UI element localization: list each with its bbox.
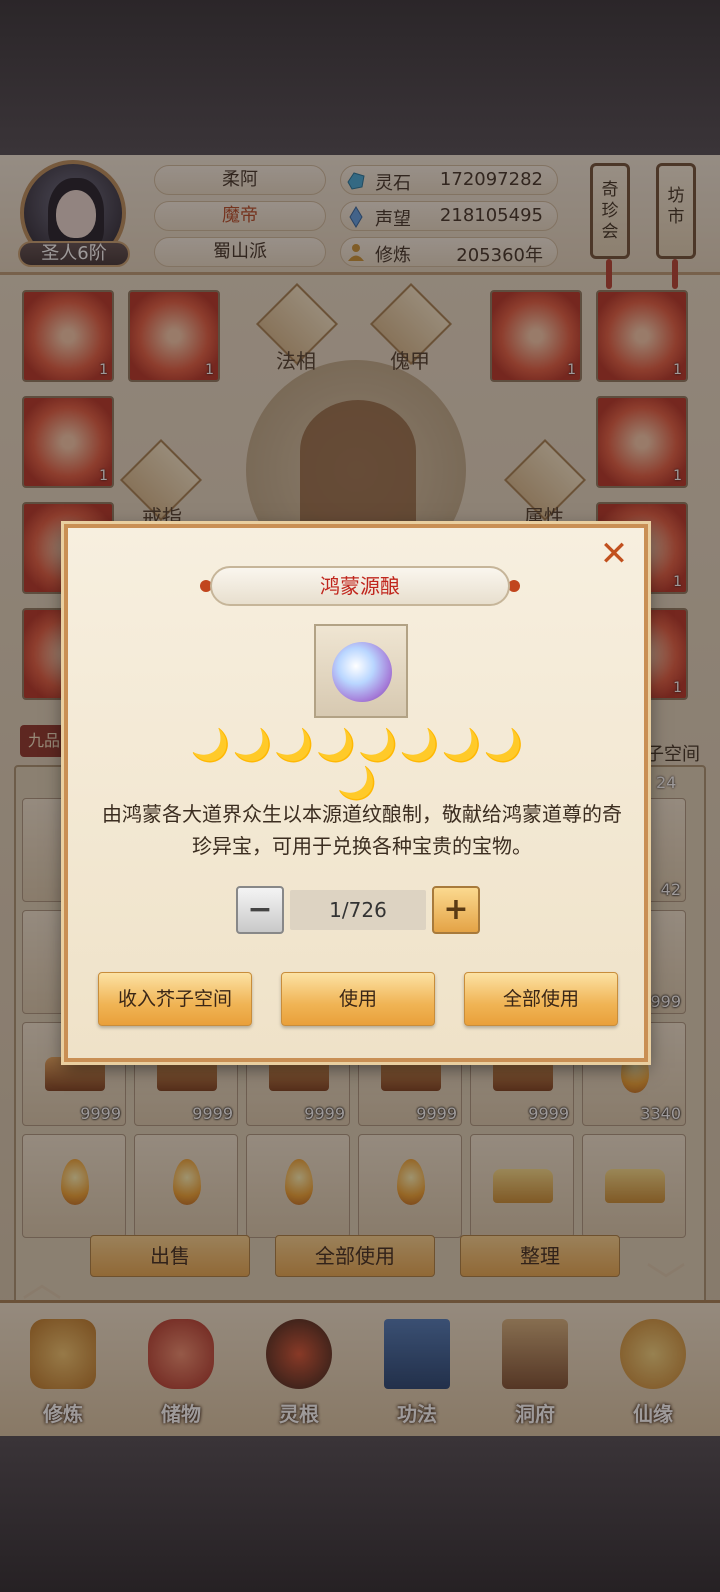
use-button[interactable]: 使用 <box>281 972 435 1026</box>
item-detail-dialog: ✕ 鸿蒙源酿 🌙🌙🌙🌙🌙🌙🌙🌙🌙 由鸿蒙各大道界众生以本源道纹酿制，敬献给鸿蒙道… <box>64 524 648 1062</box>
item-description: 由鸿蒙各大道界众生以本源道纹酿制，敬献给鸿蒙道尊的奇珍异宝，可用于兑换各种宝贵的… <box>102 802 622 858</box>
bottom-letterbox <box>0 1436 720 1592</box>
increase-button[interactable]: + <box>432 886 480 934</box>
store-to-space-button[interactable]: 收入芥子空间 <box>98 972 252 1026</box>
item-grade-moons: 🌙🌙🌙🌙🌙🌙🌙🌙🌙 <box>190 726 526 802</box>
quantity-field[interactable]: 1/726 <box>290 890 426 930</box>
item-title: 鸿蒙源酿 <box>210 566 510 606</box>
top-letterbox <box>0 0 720 155</box>
decrease-button[interactable]: − <box>236 886 284 934</box>
wine-pot-icon <box>332 642 392 702</box>
item-icon-frame <box>314 624 408 718</box>
close-icon[interactable]: ✕ <box>596 537 632 574</box>
use-all-confirm-button[interactable]: 全部使用 <box>464 972 618 1026</box>
